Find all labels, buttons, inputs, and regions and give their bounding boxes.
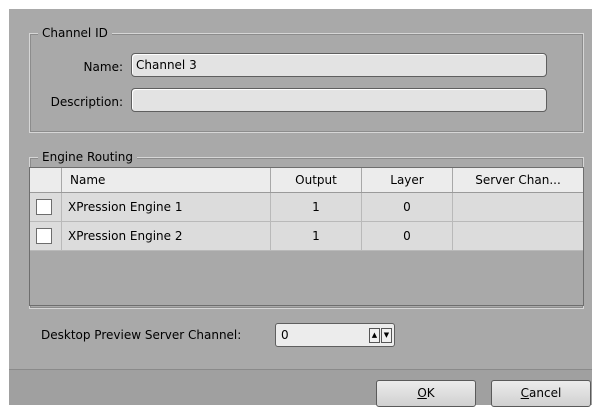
channel-dialog: Channel ID Name: Channel 3 Description: …: [9, 9, 592, 407]
table-row[interactable]: XPression Engine 2 1 0: [30, 222, 583, 251]
preview-channel-label: Desktop Preview Server Channel:: [41, 328, 242, 342]
row-output: 1: [271, 222, 362, 250]
row-checkbox-cell: [30, 193, 62, 221]
row-server-channel[interactable]: [453, 193, 583, 221]
engine-routing-grid: Name Output Layer Server Chan... XPressi…: [29, 167, 584, 306]
dialog-footer: OK Cancel: [9, 369, 592, 407]
ok-mnemonic: O: [417, 386, 427, 400]
column-header-checkbox: [30, 168, 62, 192]
column-header-name[interactable]: Name: [62, 168, 271, 192]
spin-up-icon[interactable]: ▲: [369, 328, 380, 343]
row-server-channel[interactable]: [453, 222, 583, 250]
row-checkbox[interactable]: [36, 228, 52, 244]
channel-id-group: Channel ID: [29, 25, 584, 133]
row-checkbox[interactable]: [36, 199, 52, 215]
preview-channel-value[interactable]: 0: [281, 327, 289, 343]
row-layer: 0: [362, 193, 453, 221]
preview-channel-spinner[interactable]: 0 ▲ ▼: [275, 323, 395, 347]
description-input[interactable]: [131, 88, 547, 112]
row-layer: 0: [362, 222, 453, 250]
name-label: Name:: [83, 60, 123, 74]
grid-header: Name Output Layer Server Chan...: [30, 168, 583, 193]
table-row[interactable]: XPression Engine 1 1 0: [30, 193, 583, 222]
spin-down-icon[interactable]: ▼: [381, 328, 392, 343]
row-checkbox-cell: [30, 222, 62, 250]
row-name: XPression Engine 2: [62, 222, 271, 250]
description-label: Description:: [50, 95, 123, 109]
engine-routing-legend: Engine Routing: [38, 149, 137, 165]
cancel-mnemonic: C: [520, 386, 530, 400]
row-name: XPression Engine 1: [62, 193, 271, 221]
cancel-button[interactable]: Cancel: [491, 380, 591, 407]
ok-label-rest: K: [426, 386, 435, 400]
column-header-layer[interactable]: Layer: [362, 168, 453, 192]
cancel-label-rest: ancel: [529, 386, 562, 400]
ok-button[interactable]: OK: [376, 380, 476, 407]
channel-id-legend: Channel ID: [38, 25, 112, 41]
column-header-server-channel[interactable]: Server Chan...: [453, 168, 583, 192]
column-header-output[interactable]: Output: [271, 168, 362, 192]
row-output: 1: [271, 193, 362, 221]
name-input[interactable]: Channel 3: [131, 53, 547, 77]
